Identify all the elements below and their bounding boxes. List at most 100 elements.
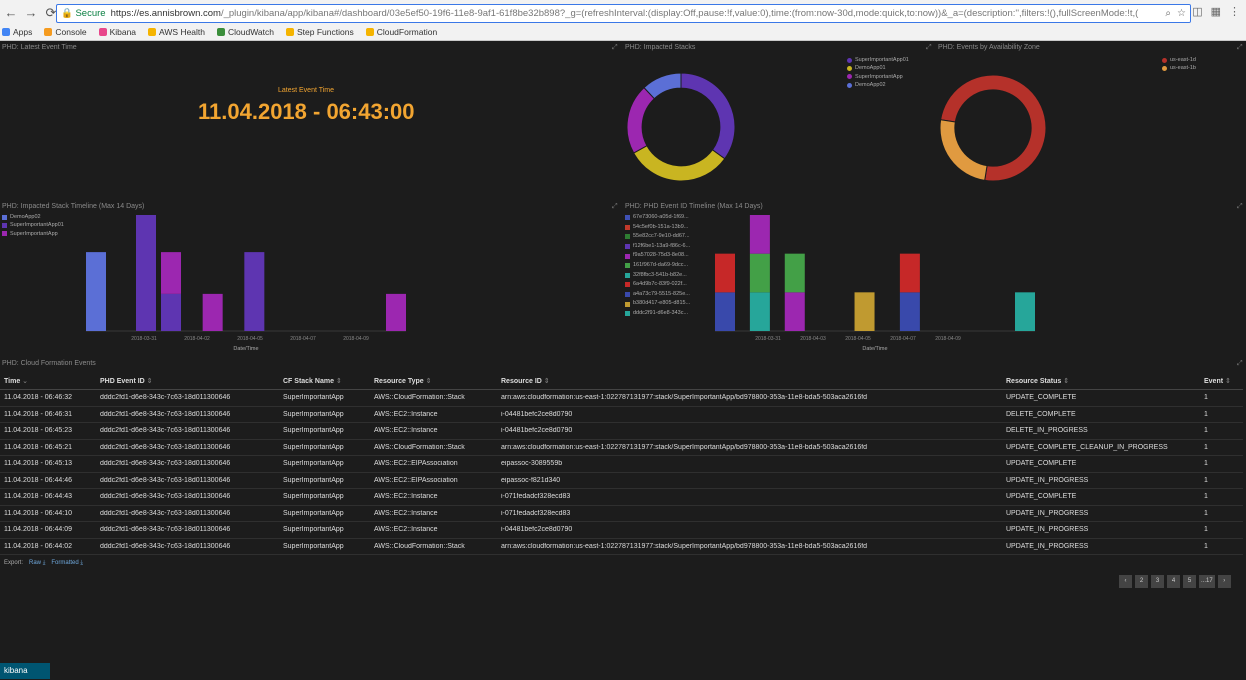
page-button[interactable]: ›: [1217, 575, 1231, 588]
expand-icon-timeline[interactable]: ⤢: [612, 203, 618, 211]
column-header[interactable]: PHD Event ID ⇕: [96, 377, 279, 385]
table-cell: i-071fedadcf328ecd83: [501, 509, 571, 517]
table-cell: 11.04.2018 - 06:46:32: [4, 394, 72, 402]
table-row[interactable]: 11.04.2018 - 06:45:13 dddc2fd1-d6e8-343c-…: [0, 456, 1243, 473]
page-button[interactable]: 2: [1135, 575, 1148, 588]
legend-label: DemoApp02: [10, 214, 41, 220]
page-button[interactable]: ‹: [1119, 575, 1132, 588]
secure-badge[interactable]: 🔒 Secure: [57, 8, 111, 19]
sort-icon[interactable]: ⇕: [1061, 378, 1069, 385]
legend-item[interactable]: f9a57028-75d3-8e08...: [625, 251, 690, 261]
legend-swatch: [625, 282, 630, 288]
dashboard: PHD: Latest Event Time Latest Event Time…: [0, 41, 1246, 680]
search-icon[interactable]: ⌕: [1165, 5, 1171, 22]
export-raw-link[interactable]: Raw ⤓: [29, 560, 45, 567]
bookmark-item[interactable]: CloudWatch: [217, 27, 274, 37]
legend-item[interactable]: 6a4d9b7c-83f9-022f...: [625, 280, 690, 290]
legend-item[interactable]: us-east-1b: [1162, 64, 1196, 72]
legend-item[interactable]: SuperImportantApp01: [847, 56, 909, 64]
legend-item[interactable]: DemoApp02: [847, 81, 909, 89]
expand-icon-az-2[interactable]: ⤢: [1237, 44, 1243, 52]
page-button[interactable]: 5: [1183, 575, 1196, 588]
column-header[interactable]: Resource ID ⇕: [497, 377, 1002, 385]
export-formatted-label: Formatted: [51, 560, 79, 566]
expand-icon[interactable]: ⤢: [612, 44, 618, 52]
legend-item[interactable]: SuperImportantApp01: [2, 221, 64, 229]
legend-item[interactable]: a4a73c79-5515-825e...: [625, 290, 690, 300]
bookmark-icon: [98, 27, 107, 36]
legend-item[interactable]: f12f6be1-13a9-f86c-6...: [625, 242, 690, 252]
table-row[interactable]: 11.04.2018 - 06:44:46 dddc2fd1-d6e8-343c-…: [0, 473, 1243, 489]
legend-item[interactable]: us-east-1d: [1162, 56, 1196, 64]
sort-icon[interactable]: ⇕: [334, 378, 342, 385]
table-row[interactable]: 11.04.2018 - 06:46:32 dddc2fd1-d6e8-343c-…: [0, 390, 1243, 407]
page-button[interactable]: 4: [1167, 575, 1180, 588]
expand-icon-az[interactable]: ⤢: [926, 44, 932, 52]
menu-icon[interactable]: ⋮: [1229, 5, 1240, 18]
legend-label: dddc2f91-d6e8-343c...: [633, 309, 689, 316]
panel-title-stack-timeline: PHD: Impacted Stack Timeline (Max 14 Day…: [2, 203, 145, 210]
bookmark-label: Kibana: [109, 26, 137, 37]
table-row[interactable]: 11.04.2018 - 06:44:02 dddc2fd1-d6e8-343c-…: [0, 539, 1243, 555]
bookmark-label: CloudWatch: [228, 26, 274, 37]
bar-segment: [1015, 292, 1035, 331]
export-formatted-link[interactable]: Formatted ⤓: [51, 560, 83, 567]
expand-icon-table[interactable]: ⤢: [1237, 360, 1243, 368]
table-row[interactable]: 11.04.2018 - 06:44:43 dddc2fd1-d6e8-343c-…: [0, 489, 1243, 506]
extension-icon-2[interactable]: ▦: [1211, 5, 1221, 18]
column-header[interactable]: Resource Type ⇕: [370, 377, 497, 385]
expand-icon-timeline-2[interactable]: ⤢: [1237, 203, 1243, 211]
legend-swatch: [2, 214, 7, 220]
legend-item[interactable]: 55e82cc7-9e10-dd67...: [625, 232, 690, 242]
column-header[interactable]: Resource Status ⇕: [1002, 377, 1200, 385]
legend-item[interactable]: b380d417-e805-d815...: [625, 299, 690, 309]
address-bar[interactable]: 🔒 Secure https://es.annisbrown.com/_plugi…: [56, 4, 1191, 23]
sort-icon[interactable]: ⇕: [1223, 378, 1231, 385]
bar-segment: [161, 293, 181, 331]
bookmark-icon: [286, 27, 294, 36]
table-row[interactable]: 11.04.2018 - 06:44:10 dddc2fd1-d6e8-343c-…: [0, 506, 1243, 522]
table-row[interactable]: 11.04.2018 - 06:45:23 dddc2fd1-d6e8-343c-…: [0, 423, 1243, 440]
table-cell: 1: [1204, 476, 1208, 484]
page-button[interactable]: 3: [1151, 575, 1164, 588]
legend-item[interactable]: 32f8fbc3-541b-b82e...: [625, 271, 690, 281]
legend-item[interactable]: DemoApp02: [2, 213, 64, 221]
column-header[interactable]: Event ⇕: [1200, 377, 1243, 385]
donut-slice: [632, 145, 726, 182]
column-header[interactable]: CF Stack Name ⇕: [279, 377, 370, 385]
bookmark-item[interactable]: AWS Health: [148, 27, 205, 37]
bookmark-item[interactable]: Console: [44, 27, 87, 37]
panel-title-impacted-stacks: PHD: Impacted Stacks: [625, 44, 696, 51]
column-header-label: Resource Type: [374, 378, 424, 385]
bookmark-item[interactable]: Step Functions: [286, 27, 354, 37]
bookmark-item[interactable]: Kibana: [98, 26, 137, 37]
forward-icon[interactable]: →: [24, 5, 38, 21]
column-header-label: Event: [1204, 378, 1224, 385]
kibana-logo[interactable]: kibana: [0, 663, 50, 679]
table-row[interactable]: 11.04.2018 - 06:44:09 dddc2fd1-d6e8-343c-…: [0, 522, 1243, 539]
legend-item[interactable]: 67e73060-a05d-1f69...: [625, 213, 690, 223]
legend-item[interactable]: 54c5ef0b-151a-13b9...: [625, 223, 690, 233]
extension-icon[interactable]: ◫: [1192, 5, 1202, 18]
legend-item[interactable]: SuperImportantApp: [847, 73, 909, 81]
sort-icon[interactable]: ⇕: [424, 378, 432, 385]
legend-item[interactable]: 161f967d-da69-9dcc...: [625, 261, 690, 271]
legend-item[interactable]: SuperImportantApp: [2, 230, 64, 238]
back-icon[interactable]: ←: [4, 5, 18, 21]
page-button[interactable]: ...17: [1199, 575, 1215, 588]
sort-icon[interactable]: ⇕: [145, 378, 153, 385]
legend-item[interactable]: DemoApp01: [847, 64, 909, 72]
table-cell: 11.04.2018 - 06:46:31: [4, 410, 72, 418]
table-row[interactable]: 11.04.2018 - 06:46:31 dddc2fd1-d6e8-343c-…: [0, 407, 1243, 423]
sort-icon[interactable]: ⇕: [542, 378, 550, 385]
bookmark-item[interactable]: Apps: [2, 27, 32, 37]
legend-item[interactable]: dddc2f91-d6e8-343c...: [625, 309, 690, 319]
star-icon[interactable]: ☆: [1177, 5, 1186, 22]
sort-icon[interactable]: ⌄: [20, 378, 28, 385]
column-header[interactable]: Time ⌄: [0, 377, 96, 385]
bookmark-icon: [365, 27, 374, 36]
table-row[interactable]: 11.04.2018 - 06:45:21 dddc2fd1-d6e8-343c-…: [0, 440, 1243, 456]
bookmark-item[interactable]: CloudFormation: [365, 27, 437, 37]
table-cell: UPDATE_COMPLETE: [1006, 460, 1077, 468]
legend-swatch: [2, 231, 7, 237]
